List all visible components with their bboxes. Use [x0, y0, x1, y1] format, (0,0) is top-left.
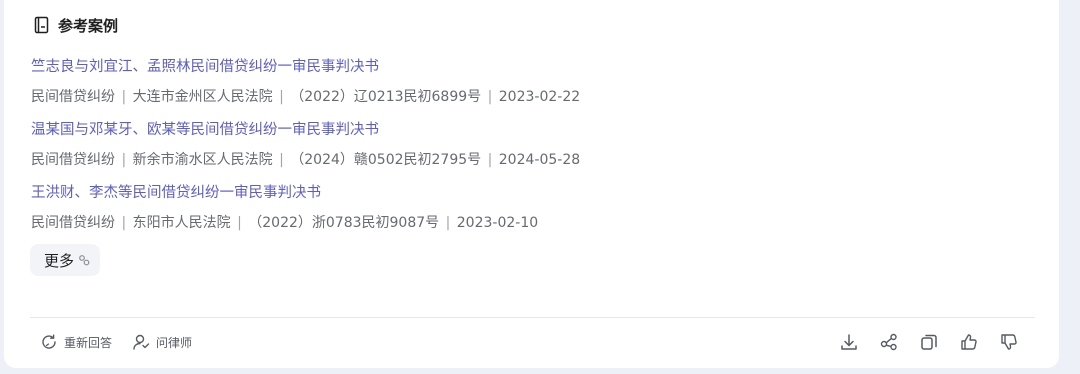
case-item: 竺志良与刘宜江、孟照林民间借贷纠纷一审民事判决书 民间借贷纠纷 | 大连市金州区…: [31, 57, 580, 107]
case-meta: 民间借贷纠纷 | 大连市金州区人民法院 | （2022）辽0213民初6899号…: [31, 89, 581, 105]
download-icon[interactable]: [839, 332, 859, 352]
case-court: 新余市渝水区人民法院: [132, 152, 273, 168]
ask-lawyer-button[interactable]: 问律师: [132, 333, 192, 351]
footer-actions-left: 重新回答 问律师: [40, 333, 192, 351]
case-title-link[interactable]: 王洪财、李杰等民间借贷纠纷一审民事判决书: [31, 183, 538, 203]
copy-icon[interactable]: [919, 332, 939, 352]
case-title-link[interactable]: 竺志良与刘宜江、孟照林民间借贷纠纷一审民事判决书: [31, 57, 580, 77]
regenerate-label: 重新回答: [64, 335, 113, 350]
link-icon: [78, 254, 90, 266]
regenerate-button[interactable]: 重新回答: [40, 333, 112, 351]
case-item: 温某国与邓某牙、欧某等民间借贷纠纷一审民事判决书 民间借贷纠纷 | 新余市渝水区…: [31, 120, 580, 170]
ask-lawyer-label: 问律师: [156, 335, 193, 350]
case-item: 王洪财、李杰等民间借贷纠纷一审民事判决书 民间借贷纠纷 | 东阳市人民法院 | …: [31, 183, 538, 233]
case-meta: 民间借贷纠纷 | 东阳市人民法院 | （2022）浙0783民初9087号 | …: [31, 215, 539, 231]
case-number: （2024）赣0502民初2795号: [290, 152, 482, 168]
section-header: 参考案例: [34, 14, 118, 36]
case-court: 大连市金州区人民法院: [132, 89, 273, 105]
case-date: 2024-05-28: [498, 152, 581, 168]
refresh-icon: [40, 333, 58, 351]
more-button-label: 更多: [44, 251, 75, 270]
case-date: 2023-02-22: [498, 89, 581, 105]
case-number: （2022）浙0783民初9087号: [248, 215, 440, 231]
thumbs-up-icon[interactable]: [959, 332, 979, 352]
section-title: 参考案例: [58, 16, 119, 35]
reference-cases-card: 参考案例 竺志良与刘宜江、孟照林民间借贷纠纷一审民事判决书 民间借贷纠纷 | 大…: [4, 0, 1059, 368]
thumbs-down-icon[interactable]: [999, 332, 1019, 352]
footer-divider: [30, 317, 1035, 318]
footer-actions-right: [839, 332, 1019, 352]
case-cause: 民间借贷纠纷: [31, 215, 115, 231]
case-title-link[interactable]: 温某国与邓某牙、欧某等民间借贷纠纷一审民事判决书: [31, 120, 580, 140]
more-button[interactable]: 更多: [30, 244, 101, 276]
document-icon: [34, 16, 50, 34]
case-court: 东阳市人民法院: [132, 215, 231, 231]
user-icon: [132, 333, 150, 351]
case-meta: 民间借贷纠纷 | 新余市渝水区人民法院 | （2024）赣0502民初2795号…: [31, 152, 581, 168]
share-icon[interactable]: [879, 332, 899, 352]
case-date: 2023-02-10: [456, 215, 539, 231]
case-cause: 民间借贷纠纷: [31, 152, 115, 168]
case-cause: 民间借贷纠纷: [31, 89, 115, 105]
case-number: （2022）辽0213民初6899号: [290, 89, 482, 105]
